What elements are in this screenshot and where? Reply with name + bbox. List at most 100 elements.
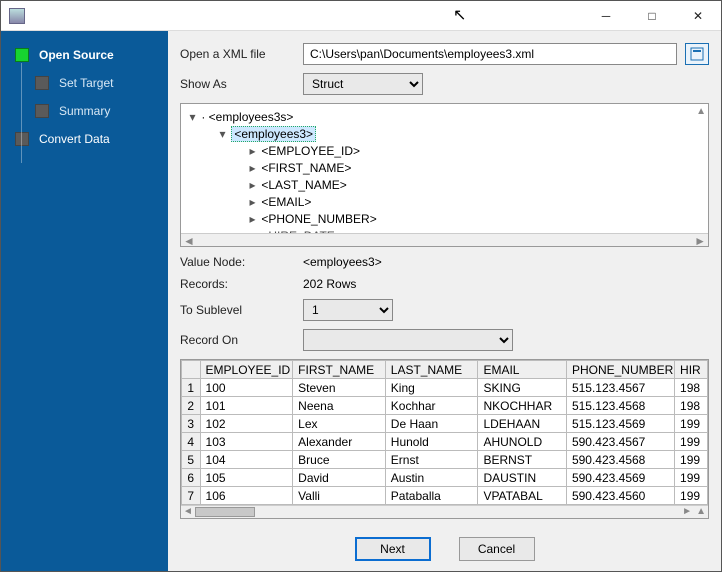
scroll-left-icon[interactable]: ◄ <box>183 234 195 246</box>
tree-node[interactable]: <PHONE_NUMBER> <box>261 212 376 226</box>
cell[interactable]: Bruce <box>293 451 386 469</box>
table-row[interactable]: 7106ValliPataballaVPATABAL590.423.456019… <box>182 487 708 505</box>
cell[interactable]: 515.123.4568 <box>566 397 674 415</box>
open-file-label: Open a XML file <box>180 47 295 61</box>
cell[interactable]: 590.423.4560 <box>566 487 674 505</box>
cell[interactable]: 199 <box>675 469 708 487</box>
table-row[interactable]: 5104BruceErnstBERNST590.423.4568199 <box>182 451 708 469</box>
tree-node-selected[interactable]: <employees3> <box>231 126 316 142</box>
tree-hscroll[interactable]: ◄► <box>181 233 708 246</box>
cell[interactable]: SKING <box>478 379 567 397</box>
col-header[interactable]: PHONE_NUMBER <box>566 361 674 379</box>
to-sublevel-select[interactable]: 1 <box>303 299 393 321</box>
cell[interactable]: 515.123.4569 <box>566 415 674 433</box>
sidebar-item-open-source[interactable]: Open Source <box>1 41 168 69</box>
cell[interactable]: NKOCHHAR <box>478 397 567 415</box>
cell[interactable]: 105 <box>200 469 293 487</box>
cell[interactable]: 515.123.4567 <box>566 379 674 397</box>
file-path-input[interactable] <box>303 43 677 65</box>
cell[interactable]: 199 <box>675 433 708 451</box>
cell[interactable]: 198 <box>675 397 708 415</box>
table-row[interactable]: 3102LexDe HaanLDEHAAN515.123.4569199 <box>182 415 708 433</box>
preview-grid[interactable]: EMPLOYEE_ID FIRST_NAME LAST_NAME EMAIL P… <box>180 359 709 519</box>
sidebar-item-label: Summary <box>59 104 110 118</box>
cell[interactable]: BERNST <box>478 451 567 469</box>
expand-icon[interactable]: ▸ <box>247 193 258 211</box>
table-row[interactable]: 6105DavidAustinDAUSTIN590.423.4569199 <box>182 469 708 487</box>
next-button[interactable]: Next <box>355 537 431 561</box>
cell[interactable]: Lex <box>293 415 386 433</box>
cell[interactable]: Steven <box>293 379 386 397</box>
cell[interactable]: De Haan <box>385 415 478 433</box>
row-number: 1 <box>182 379 201 397</box>
row-number: 2 <box>182 397 201 415</box>
app-icon <box>9 8 25 24</box>
table-row[interactable]: 1100StevenKingSKING515.123.4567198 <box>182 379 708 397</box>
collapse-icon[interactable]: ▾ <box>187 108 198 126</box>
tree-node[interactable]: <employees3s> <box>209 110 294 124</box>
col-header[interactable]: LAST_NAME <box>385 361 478 379</box>
scroll-right-icon[interactable]: ► <box>694 234 706 246</box>
browse-button[interactable] <box>685 43 709 65</box>
show-as-select[interactable]: Struct <box>303 73 423 95</box>
cell[interactable]: Austin <box>385 469 478 487</box>
maximize-button[interactable]: □ <box>629 1 675 31</box>
tree-node[interactable]: <FIRST_NAME> <box>261 161 351 175</box>
cell[interactable]: DAUSTIN <box>478 469 567 487</box>
cell[interactable]: 102 <box>200 415 293 433</box>
cell[interactable]: 590.423.4567 <box>566 433 674 451</box>
cell[interactable]: 198 <box>675 379 708 397</box>
cancel-button[interactable]: Cancel <box>459 537 535 561</box>
tree-node[interactable]: <EMAIL> <box>261 195 311 209</box>
cell[interactable]: Alexander <box>293 433 386 451</box>
collapse-icon[interactable]: ▾ <box>217 125 228 143</box>
cell[interactable]: 590.423.4568 <box>566 451 674 469</box>
cell[interactable]: Hunold <box>385 433 478 451</box>
cell[interactable]: LDEHAAN <box>478 415 567 433</box>
cell[interactable]: 103 <box>200 433 293 451</box>
scroll-up-icon[interactable]: ▲ <box>696 506 706 517</box>
cell[interactable]: VPATABAL <box>478 487 567 505</box>
sidebar-item-set-target[interactable]: Set Target <box>1 69 168 97</box>
scroll-left-icon[interactable]: ◄ <box>183 506 193 517</box>
sidebar-item-summary[interactable]: Summary <box>1 97 168 125</box>
col-header[interactable]: FIRST_NAME <box>293 361 386 379</box>
cell[interactable]: Ernst <box>385 451 478 469</box>
table-row[interactable]: 4103AlexanderHunoldAHUNOLD590.423.456719… <box>182 433 708 451</box>
cell[interactable]: King <box>385 379 478 397</box>
expand-icon[interactable]: ▸ <box>247 210 258 228</box>
cell[interactable]: 199 <box>675 487 708 505</box>
cell[interactable]: David <box>293 469 386 487</box>
col-header[interactable]: HIR <box>675 361 708 379</box>
cell[interactable]: 101 <box>200 397 293 415</box>
cell[interactable]: 100 <box>200 379 293 397</box>
cell[interactable]: Neena <box>293 397 386 415</box>
tree-node[interactable]: <EMPLOYEE_ID> <box>261 144 360 158</box>
cell[interactable]: 199 <box>675 451 708 469</box>
expand-icon[interactable]: ▸ <box>247 142 258 160</box>
cell[interactable]: 104 <box>200 451 293 469</box>
scroll-up-icon[interactable]: ▲ <box>696 106 706 117</box>
cell[interactable]: 199 <box>675 415 708 433</box>
cell[interactable]: Valli <box>293 487 386 505</box>
scroll-right-icon[interactable]: ► <box>682 506 692 517</box>
tree-node[interactable]: <LAST_NAME> <box>261 178 346 192</box>
sidebar-item-convert-data[interactable]: Convert Data <box>1 125 168 153</box>
col-header[interactable]: EMPLOYEE_ID <box>200 361 293 379</box>
main-panel: Open a XML file Show As Struct ▲ ▾ · <em… <box>168 31 721 571</box>
table-row[interactable]: 2101NeenaKochharNKOCHHAR515.123.4568198 <box>182 397 708 415</box>
cell[interactable]: 590.423.4569 <box>566 469 674 487</box>
close-button[interactable]: ✕ <box>675 1 721 31</box>
scroll-thumb[interactable] <box>195 507 255 517</box>
minimize-button[interactable]: ─ <box>583 1 629 31</box>
cell[interactable]: Pataballa <box>385 487 478 505</box>
record-on-select[interactable] <box>303 329 513 351</box>
expand-icon[interactable]: ▸ <box>247 159 258 177</box>
grid-hscroll[interactable]: ◄ ► ▲ <box>181 505 708 518</box>
expand-icon[interactable]: ▸ <box>247 176 258 194</box>
col-header[interactable]: EMAIL <box>478 361 567 379</box>
cell[interactable]: AHUNOLD <box>478 433 567 451</box>
cell[interactable]: 106 <box>200 487 293 505</box>
xml-tree[interactable]: ▲ ▾ · <employees3s> ▾ <employees3> ▸ <EM… <box>180 103 709 247</box>
cell[interactable]: Kochhar <box>385 397 478 415</box>
